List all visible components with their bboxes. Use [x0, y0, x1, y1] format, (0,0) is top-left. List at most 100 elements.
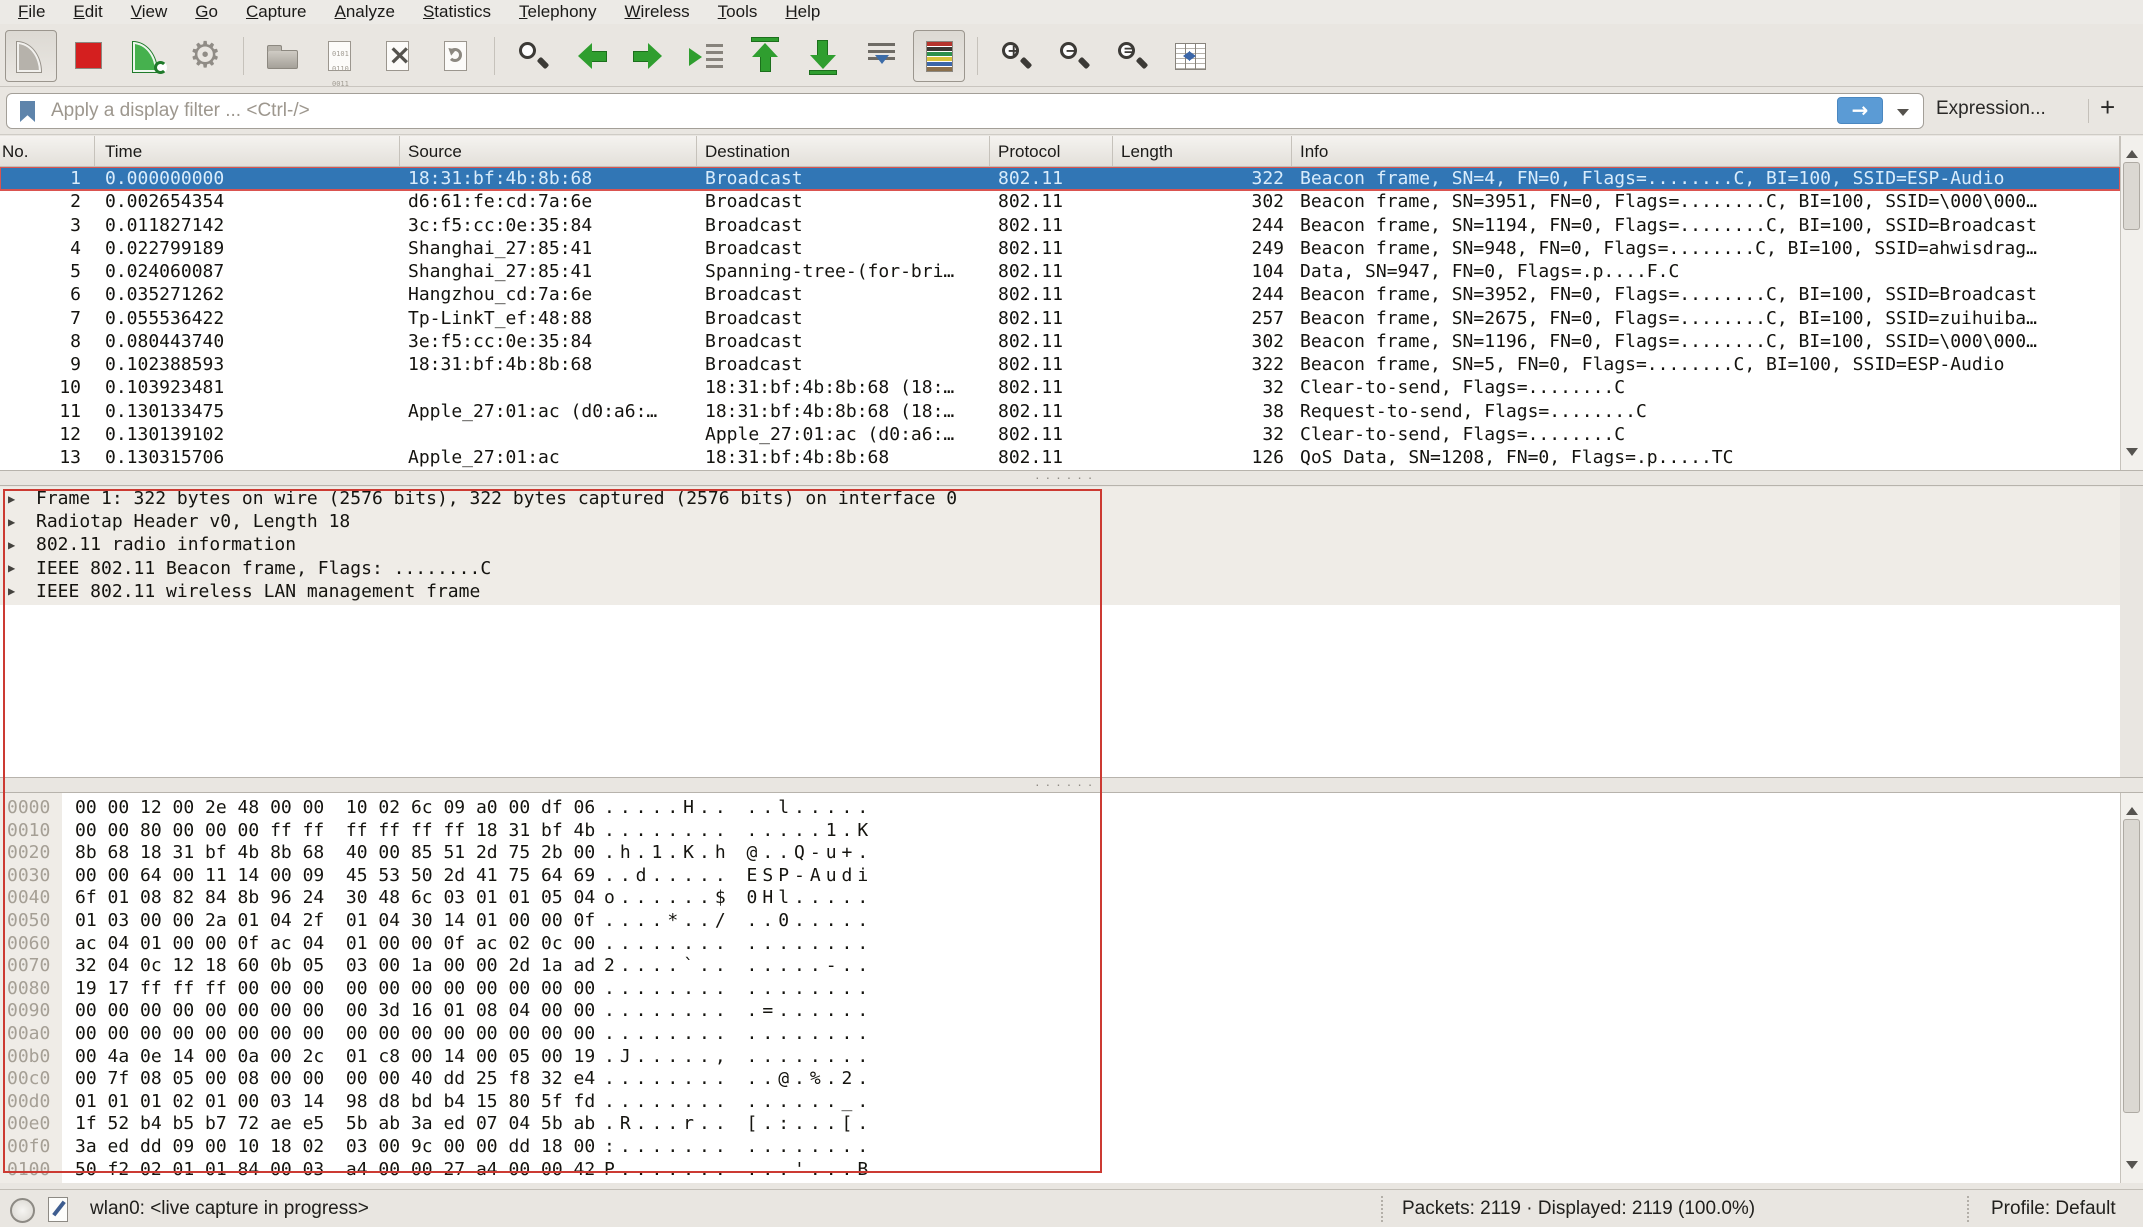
hex-row[interactable]: 001000 00 80 00 00 00 ff ff ff ff ff ff …	[0, 820, 2120, 843]
scroll-down-icon[interactable]	[2126, 448, 2138, 462]
colorize-packets-button[interactable]	[913, 30, 965, 82]
splitter-details-bytes[interactable]	[0, 777, 2143, 793]
open-file-button[interactable]	[256, 30, 308, 82]
menu-statistics[interactable]: Statistics	[409, 2, 505, 22]
auto-scroll-button[interactable]	[855, 30, 907, 82]
scroll-down-icon[interactable]	[2126, 1161, 2138, 1175]
cell-source: 3e:f5:cc:0e:35:84	[400, 330, 697, 353]
menu-edit[interactable]: Edit	[59, 2, 116, 22]
apply-filter-button[interactable]: →	[1837, 97, 1883, 124]
hex-row[interactable]: 0060ac 04 01 00 00 0f ac 04 01 00 00 0f …	[0, 933, 2120, 956]
hex-row[interactable]: 00b000 4a 0e 14 00 0a 00 2c 01 c8 00 14 …	[0, 1046, 2120, 1069]
splitter-list-details[interactable]	[0, 470, 2143, 486]
scrollbar-thumb[interactable]	[2123, 819, 2140, 1113]
menu-analyze[interactable]: Analyze	[320, 2, 408, 22]
expander-icon[interactable]	[8, 561, 36, 575]
go-forward-button[interactable]	[623, 30, 675, 82]
hex-row[interactable]: 000000 00 12 00 2e 48 00 00 10 02 6c 09 …	[0, 797, 2120, 820]
column-header-destination[interactable]: Destination	[697, 136, 990, 166]
packet-row[interactable]: 20.002654354d6:61:fe:cd:7a:6eBroadcast80…	[0, 190, 2120, 213]
packet-row[interactable]: 70.055536422Tp-LinkT_ef:48:88Broadcast80…	[0, 307, 2120, 330]
packet-row[interactable]: 50.024060087Shanghai_27:85:41Spanning-tr…	[0, 260, 2120, 283]
capture-comment-icon[interactable]	[48, 1197, 68, 1222]
filter-dropdown-caret[interactable]	[1897, 109, 1909, 122]
go-last-packet-button[interactable]	[797, 30, 849, 82]
stop-capture-button[interactable]	[63, 30, 115, 82]
packet-row[interactable]: 10.00000000018:31:bf:4b:8b:68Broadcast80…	[0, 167, 2120, 190]
column-header-time[interactable]: Time	[95, 136, 400, 166]
expert-info-icon[interactable]	[10, 1198, 35, 1223]
menu-go[interactable]: Go	[181, 2, 232, 22]
column-header-source[interactable]: Source	[400, 136, 697, 166]
scroll-up-icon[interactable]	[2126, 144, 2138, 158]
menu-tools[interactable]: Tools	[704, 2, 772, 22]
menu-capture[interactable]: Capture	[232, 2, 320, 22]
capture-options-button[interactable]	[179, 30, 231, 82]
restart-capture-button[interactable]	[121, 30, 173, 82]
add-filter-button[interactable]: +	[2100, 92, 2115, 123]
packet-row[interactable]: 100.10392348118:31:bf:4b:8b:68 (18:…802.…	[0, 376, 2120, 399]
expander-icon[interactable]	[8, 584, 36, 598]
column-header-info[interactable]: Info	[1292, 136, 2120, 166]
zoom-in-button[interactable]	[990, 30, 1042, 82]
detail-row[interactable]: IEEE 802.11 Beacon frame, Flags: .......…	[0, 557, 2120, 580]
hex-row[interactable]: 007032 04 0c 12 18 60 0b 05 03 00 1a 00 …	[0, 955, 2120, 978]
go-back-button[interactable]	[565, 30, 617, 82]
packet-row[interactable]: 120.130139102Apple_27:01:ac (d0:a6:…802.…	[0, 423, 2120, 446]
display-filter-input[interactable]	[7, 94, 1923, 128]
go-to-packet-button[interactable]	[681, 30, 733, 82]
packet-row[interactable]: 90.10238859318:31:bf:4b:8b:68Broadcast80…	[0, 353, 2120, 376]
hex-row[interactable]: 00d001 01 01 02 01 00 03 14 98 d8 bd b4 …	[0, 1091, 2120, 1114]
scroll-up-icon[interactable]	[2126, 801, 2138, 815]
profile-status[interactable]: Profile: Default	[1991, 1198, 2116, 1220]
close-file-button[interactable]	[372, 30, 424, 82]
resize-cols-icon	[1172, 38, 1208, 74]
hex-row[interactable]: 008019 17 ff ff ff 00 00 00 00 00 00 00 …	[0, 978, 2120, 1001]
packet-row[interactable]: 130.130315706Apple_27:01:ac18:31:bf:4b:8…	[0, 446, 2120, 469]
bytes-scrollbar[interactable]	[2120, 793, 2143, 1183]
find-packet-button[interactable]	[507, 30, 559, 82]
cell-source: Shanghai_27:85:41	[400, 260, 697, 283]
go-first-packet-button[interactable]	[739, 30, 791, 82]
hex-row[interactable]: 00c000 7f 08 05 00 08 00 00 00 00 40 dd …	[0, 1068, 2120, 1091]
zoom-out-button[interactable]	[1048, 30, 1100, 82]
packet-row[interactable]: 110.130133475Apple_27:01:ac (d0:a6:…18:3…	[0, 400, 2120, 423]
detail-row[interactable]: Frame 1: 322 bytes on wire (2576 bits), …	[0, 487, 2120, 510]
save-file-button[interactable]	[314, 30, 366, 82]
expander-icon[interactable]	[8, 515, 36, 529]
column-header-length[interactable]: Length	[1113, 136, 1292, 166]
detail-row[interactable]: Radiotap Header v0, Length 18	[0, 510, 2120, 533]
hex-row[interactable]: 00406f 01 08 82 84 8b 96 24 30 48 6c 03 …	[0, 887, 2120, 910]
hex-row[interactable]: 00208b 68 18 31 bf 4b 8b 68 40 00 85 51 …	[0, 842, 2120, 865]
packet-row[interactable]: 40.022799189Shanghai_27:85:41Broadcast80…	[0, 237, 2120, 260]
menu-help[interactable]: Help	[771, 2, 834, 22]
packet-list-scrollbar[interactable]	[2120, 136, 2143, 470]
menu-view[interactable]: View	[117, 2, 182, 22]
hex-row[interactable]: 00a000 00 00 00 00 00 00 00 00 00 00 00 …	[0, 1023, 2120, 1046]
resize-columns-button[interactable]	[1164, 30, 1216, 82]
detail-row[interactable]: IEEE 802.11 wireless LAN management fram…	[0, 580, 2120, 603]
hex-bytes: 50 f2 02 01 01 84 00 03 a4 00 00 27 a4 0…	[75, 1159, 595, 1180]
zoom-reset-button[interactable]	[1106, 30, 1158, 82]
packet-row[interactable]: 30.0118271423c:f5:cc:0e:35:84Broadcast80…	[0, 214, 2120, 237]
hex-row[interactable]: 00e01f 52 b4 b5 b7 72 ae e5 5b ab 3a ed …	[0, 1113, 2120, 1136]
hex-row[interactable]: 010050 f2 02 01 01 84 00 03 a4 00 00 27 …	[0, 1159, 2120, 1182]
scrollbar-thumb[interactable]	[2123, 162, 2140, 230]
column-header-protocol[interactable]: Protocol	[990, 136, 1113, 166]
hex-row[interactable]: 009000 00 00 00 00 00 00 00 00 3d 16 01 …	[0, 1000, 2120, 1023]
expander-icon[interactable]	[8, 538, 36, 552]
detail-row[interactable]: 802.11 radio information	[0, 533, 2120, 556]
hex-row[interactable]: 005001 03 00 00 2a 01 04 2f 01 04 30 14 …	[0, 910, 2120, 933]
hex-row[interactable]: 003000 00 64 00 11 14 00 09 45 53 50 2d …	[0, 865, 2120, 888]
hex-row[interactable]: 00f03a ed dd 09 00 10 18 02 03 00 9c 00 …	[0, 1136, 2120, 1159]
column-header-no[interactable]: No.	[0, 136, 95, 166]
packet-row[interactable]: 60.035271262Hangzhou_cd:7a:6eBroadcast80…	[0, 283, 2120, 306]
menu-telephony[interactable]: Telephony	[505, 2, 611, 22]
start-capture-button[interactable]	[5, 30, 57, 82]
packet-row[interactable]: 80.0804437403e:f5:cc:0e:35:84Broadcast80…	[0, 330, 2120, 353]
menu-wireless[interactable]: Wireless	[611, 2, 704, 22]
reload-file-button[interactable]	[430, 30, 482, 82]
expression-button[interactable]: Expression...	[1936, 98, 2046, 120]
expander-icon[interactable]	[8, 492, 36, 506]
menu-file[interactable]: File	[4, 2, 59, 22]
